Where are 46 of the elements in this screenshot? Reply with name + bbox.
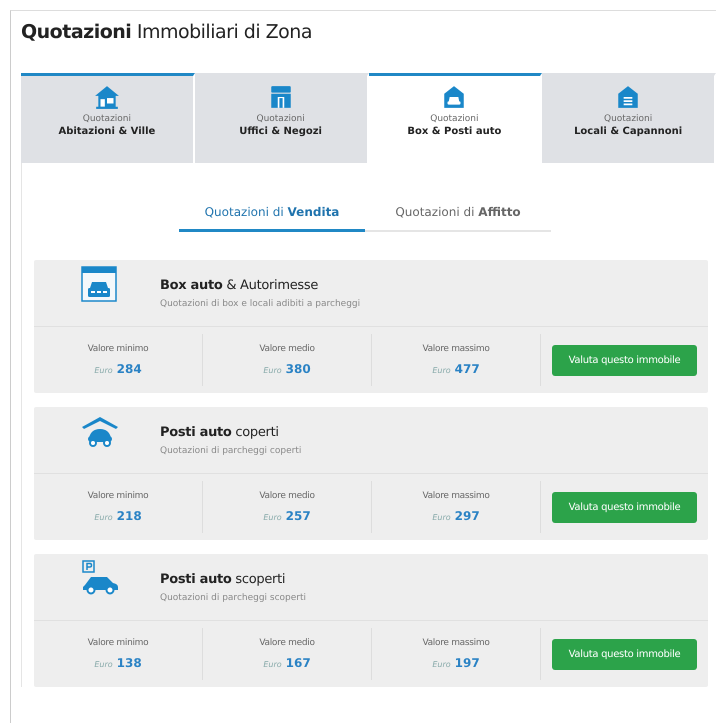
price-value: 167 xyxy=(286,656,311,670)
category-subtitle: Quotazioni di parcheggi coperti xyxy=(160,446,302,456)
category-title: Posti auto scoperti xyxy=(160,572,286,586)
evaluate-button[interactable]: Valuta questo immobile xyxy=(552,638,697,670)
stat-label: Valore minimo xyxy=(88,344,148,354)
currency-label: Euro xyxy=(94,366,113,375)
evaluate-button[interactable]: Valuta questo immobile xyxy=(552,492,697,522)
category-tab[interactable]: Quotazioni Box & Posti auto xyxy=(368,73,542,163)
parking-car-icon xyxy=(80,560,120,596)
currency-label: Euro xyxy=(432,513,451,522)
stat-label: Valore massimo xyxy=(422,491,490,501)
currency-label: Euro xyxy=(263,513,282,522)
price-value: 218 xyxy=(116,509,142,523)
category-subtitle: Quotazioni di box e locali adibiti a parcheggi xyxy=(160,298,360,308)
garage-car-icon xyxy=(80,266,120,302)
stat-label: Valore minimo xyxy=(88,638,148,648)
price-value: 257 xyxy=(286,509,311,523)
stat-label: Valore minimo xyxy=(88,491,148,501)
price-value: 380 xyxy=(286,362,311,376)
page-title: Quotazioni Immobiliari di Zona xyxy=(21,20,313,45)
stat-label: Valore medio xyxy=(259,638,315,648)
price-value: 197 xyxy=(454,656,480,670)
currency-label: Euro xyxy=(263,366,282,375)
currency-label: Euro xyxy=(263,660,282,669)
price-value: 138 xyxy=(116,656,142,670)
mode-tab[interactable]: Quotazioni di Vendita xyxy=(179,205,365,232)
stat-label: Valore medio xyxy=(259,344,315,354)
category-tab[interactable]: Quotazioni Abitazioni & Ville xyxy=(21,73,195,163)
category-subtitle: Quotazioni di parcheggi scoperti xyxy=(160,592,306,602)
house-icon xyxy=(94,84,120,110)
evaluate-button[interactable]: Valuta questo immobile xyxy=(552,344,697,376)
currency-label: Euro xyxy=(94,513,113,522)
category-title: Box auto & Autorimesse xyxy=(160,278,320,292)
stat-label: Valore massimo xyxy=(422,638,490,648)
mode-tab[interactable]: Quotazioni di Affitto xyxy=(365,205,551,232)
currency-label: Euro xyxy=(432,660,451,669)
price-value: 297 xyxy=(454,509,480,523)
price-value: 477 xyxy=(454,362,480,376)
category-title: Posti auto coperti xyxy=(160,424,280,440)
currency-label: Euro xyxy=(432,366,451,375)
category-tab[interactable]: Quotazioni Locali & Capannoni xyxy=(542,73,716,163)
price-value: 284 xyxy=(116,362,142,376)
category-tab[interactable]: Quotazioni Uffici & Negozi xyxy=(194,73,368,163)
stat-label: Valore massimo xyxy=(422,344,490,354)
currency-label: Euro xyxy=(94,660,113,669)
stat-label: Valore medio xyxy=(259,491,315,501)
